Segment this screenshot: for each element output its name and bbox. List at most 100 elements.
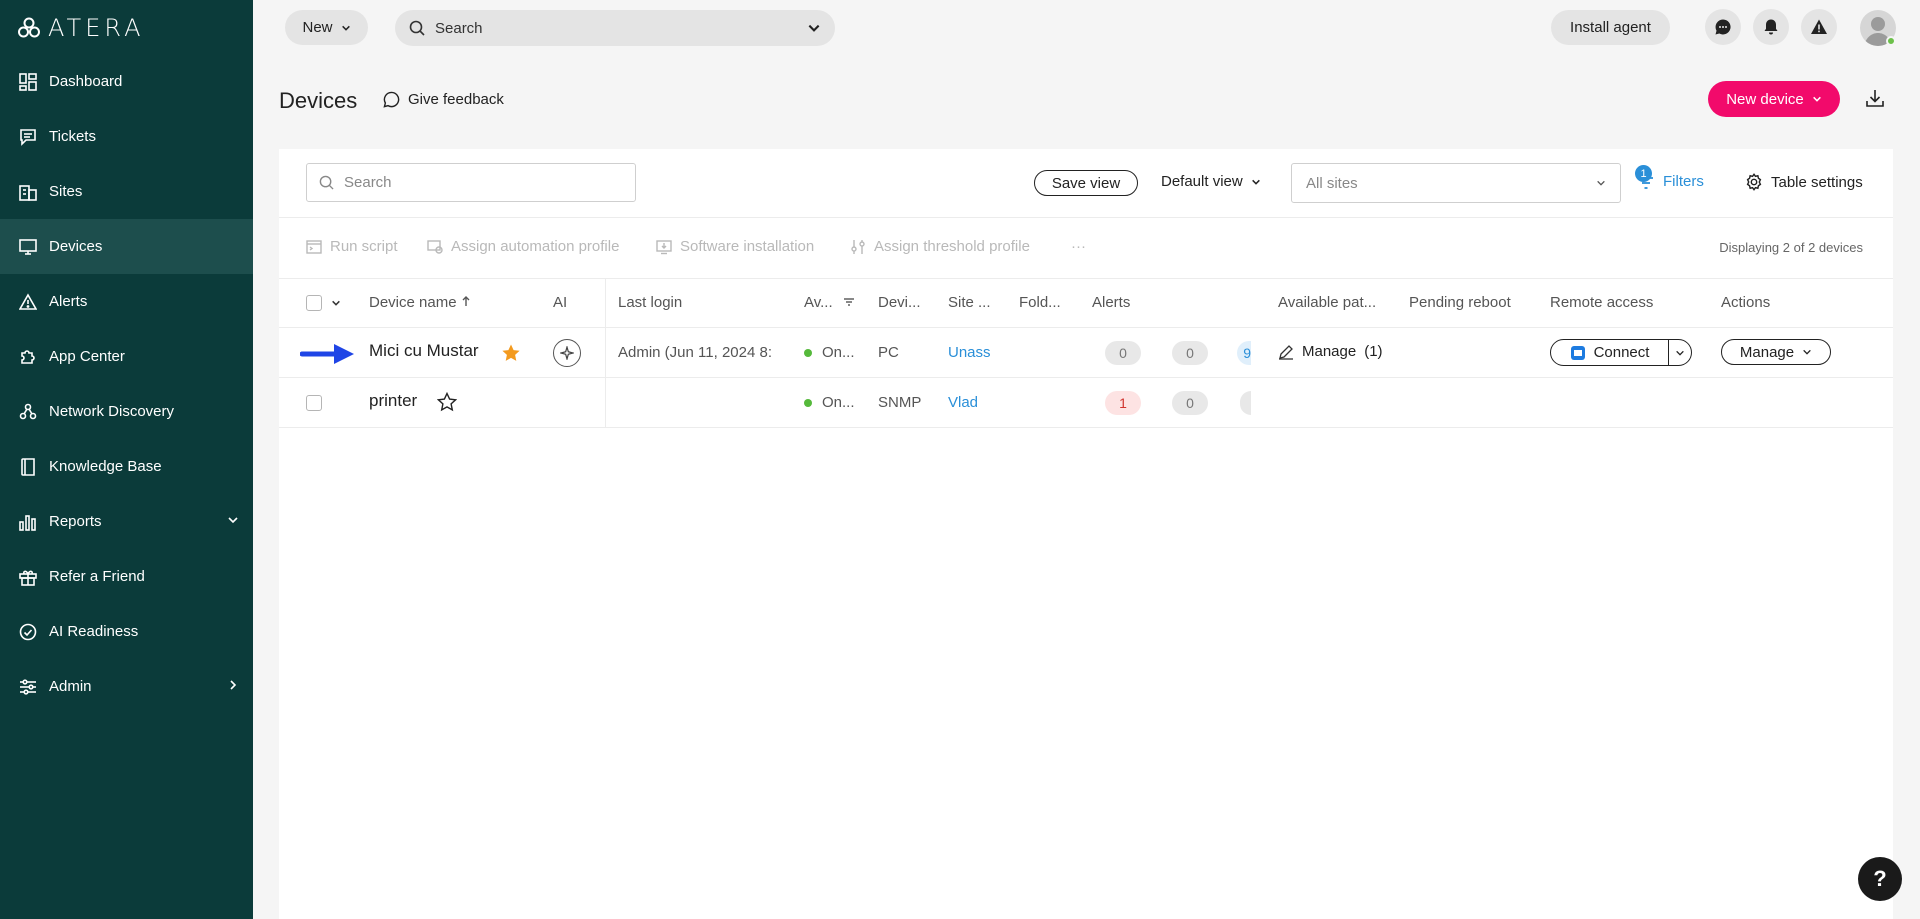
assign-threshold-label: Assign threshold profile	[874, 238, 1030, 255]
table-settings-button[interactable]: Table settings	[1745, 173, 1863, 191]
device-type-value: PC	[878, 344, 899, 361]
sidebar-item-admin[interactable]: Admin	[0, 659, 253, 714]
alert-count-badge[interactable]: 0	[1105, 341, 1141, 365]
col-pending-reboot[interactable]: Pending reboot	[1409, 294, 1511, 311]
col-actions[interactable]: Actions	[1721, 294, 1770, 311]
alerts-button[interactable]	[1801, 9, 1837, 45]
notifications-button[interactable]	[1753, 9, 1789, 45]
sidebar-item-dashboard[interactable]: Dashboard	[0, 54, 253, 109]
connect-main[interactable]: Connect	[1551, 340, 1669, 365]
new-device-button[interactable]: New device	[1708, 81, 1840, 117]
gear-icon	[1746, 173, 1762, 191]
install-icon	[656, 239, 672, 254]
displaying-count: Displaying 2 of 2 devices	[1719, 240, 1863, 255]
device-name-link[interactable]: printer	[369, 391, 417, 411]
ai-assist-button[interactable]	[553, 339, 581, 367]
threshold-icon	[851, 239, 865, 254]
more-actions-button[interactable]: ···	[1071, 238, 1086, 255]
assign-automation-profile-button[interactable]: Assign automation profile	[427, 238, 619, 255]
sites-placeholder: All sites	[1306, 174, 1358, 192]
sidebar-item-ai-readiness[interactable]: AI Readiness	[0, 604, 253, 659]
warning-icon	[18, 292, 38, 312]
col-site[interactable]: Site ...	[948, 294, 991, 311]
sidebar-item-devices[interactable]: Devices	[0, 219, 253, 274]
save-view-button[interactable]: Save view	[1034, 170, 1138, 196]
sidebar-item-refer-a-friend[interactable]: Refer a Friend	[0, 549, 253, 604]
sliders-icon	[18, 677, 38, 697]
col-last-login[interactable]: Last login	[618, 294, 682, 311]
col-remote-access[interactable]: Remote access	[1550, 294, 1653, 311]
search-icon	[319, 175, 334, 190]
new-button[interactable]: New	[285, 10, 368, 45]
chevron-down-icon	[1251, 179, 1260, 185]
alert-count-badge[interactable]: 0	[1172, 341, 1208, 365]
dashboard-icon	[18, 72, 38, 92]
last-login-value: Admin (Jun 11, 2024 8:	[618, 344, 772, 361]
arrow-annotation-icon	[300, 344, 354, 364]
atera-logo-icon	[18, 17, 40, 38]
sidebar-item-network-discovery[interactable]: Network Discovery	[0, 384, 253, 439]
chevron-down-icon[interactable]	[331, 298, 341, 308]
chevron-down-icon	[1812, 96, 1821, 102]
connect-button[interactable]: Connect	[1550, 339, 1692, 366]
automation-icon	[427, 239, 443, 254]
filter-icon[interactable]	[843, 297, 855, 307]
bulk-actions-bar: Run script Assign automation profile Sof…	[279, 217, 1893, 279]
download-icon	[1866, 90, 1884, 107]
star-outline-icon[interactable]	[437, 392, 457, 412]
select-all-checkbox[interactable]	[306, 295, 322, 311]
device-type-value: SNMP	[878, 394, 922, 411]
connect-dropdown[interactable]	[1669, 340, 1691, 365]
sidebar-item-app-center[interactable]: App Center	[0, 329, 253, 384]
alert-count-badge[interactable]: 0	[1172, 391, 1208, 415]
network-icon	[18, 402, 38, 422]
warning-icon	[1811, 19, 1827, 34]
sidebar-item-knowledge-base[interactable]: Knowledge Base	[0, 439, 253, 494]
col-folder[interactable]: Fold...	[1019, 294, 1061, 311]
sidebar-item-alerts[interactable]: Alerts	[0, 274, 253, 329]
manage-patches-link[interactable]: Manage (1)	[1278, 343, 1383, 360]
manage-patches-label: Manage	[1302, 343, 1357, 360]
col-device-type[interactable]: Devi...	[878, 294, 921, 311]
online-dot	[804, 399, 812, 408]
table-search-input[interactable]: Search	[306, 163, 636, 202]
sites-select[interactable]: All sites	[1291, 163, 1621, 203]
col-device-name[interactable]: Device name	[369, 294, 471, 311]
run-script-button[interactable]: Run script	[306, 238, 398, 255]
chat-button[interactable]	[1705, 9, 1741, 45]
site-link[interactable]: Vlad	[948, 394, 978, 411]
manage-button[interactable]: Manage	[1721, 339, 1831, 365]
site-link[interactable]: Unass	[948, 344, 992, 361]
sidebar-item-tickets[interactable]: Tickets	[0, 109, 253, 164]
col-alerts[interactable]: Alerts	[1092, 294, 1130, 311]
sidebar-item-reports[interactable]: Reports	[0, 494, 253, 549]
give-feedback-button[interactable]: Give feedback	[383, 91, 504, 108]
assign-threshold-profile-button[interactable]: Assign threshold profile	[850, 238, 1030, 255]
col-available-patches[interactable]: Available pat...	[1278, 294, 1376, 311]
availability-label: On...	[822, 344, 855, 361]
chevron-down-icon	[1597, 180, 1605, 186]
table-row[interactable]: Mici cu Mustar Admin (Jun 11, 2024 8: On…	[279, 328, 1893, 378]
global-search-input[interactable]: Search	[395, 10, 835, 46]
sidebar-item-label: Dashboard	[49, 73, 123, 90]
chat-icon	[1715, 19, 1731, 35]
download-button[interactable]	[1865, 88, 1885, 113]
help-button[interactable]: ?	[1858, 857, 1902, 901]
atera-logo[interactable]: ATERA	[18, 14, 145, 42]
sidebar-item-sites[interactable]: Sites	[0, 164, 253, 219]
alert-count-badge[interactable]: 1	[1105, 391, 1141, 415]
alert-count-badge-partial[interactable]	[1240, 391, 1251, 415]
row-checkbox[interactable]	[306, 395, 322, 411]
default-view-dropdown[interactable]: Default view	[1161, 173, 1261, 190]
alert-count-badge[interactable]: 9	[1237, 341, 1251, 365]
table-row[interactable]: printer On... SNMP Vlad 1 0	[279, 378, 1893, 428]
col-ai[interactable]: AI	[553, 294, 567, 311]
install-agent-button[interactable]: Install agent	[1551, 10, 1670, 45]
star-filled-icon[interactable]	[501, 343, 521, 363]
device-name-link[interactable]: Mici cu Mustar	[369, 341, 479, 361]
col-availability[interactable]: Av...	[804, 294, 855, 311]
filters-button[interactable]: 1 Filters	[1635, 165, 1704, 190]
software-installation-button[interactable]: Software installation	[656, 238, 814, 255]
logo-text: ATERA	[48, 14, 145, 42]
chevron-down-icon[interactable]	[807, 21, 821, 35]
